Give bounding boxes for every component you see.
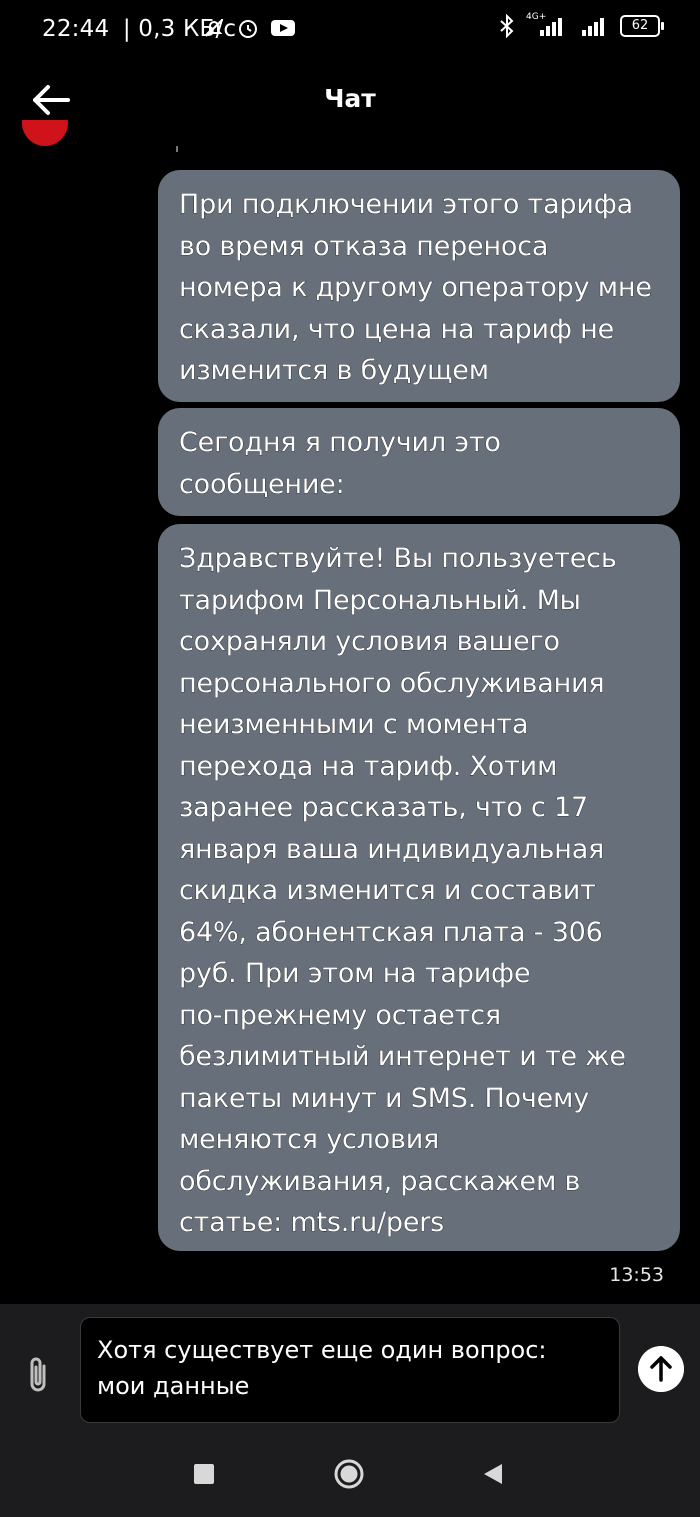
- youtube-icon: [271, 20, 295, 36]
- nav-back-icon[interactable]: [482, 1462, 504, 1486]
- message-input[interactable]: Хотя существует еще один вопрос: мои дан…: [80, 1317, 620, 1423]
- notifications-off-icon: [205, 19, 223, 37]
- message-timestamp: 13:53: [609, 1264, 664, 1286]
- app-bar: Чат: [0, 64, 700, 136]
- signal-icon: [582, 18, 604, 36]
- home-icon[interactable]: [334, 1459, 364, 1489]
- alarm-icon: [239, 20, 257, 38]
- recents-icon[interactable]: [194, 1464, 214, 1484]
- divider: [176, 146, 178, 152]
- message-bubble: Здравствуйте! Вы пользуетесь тарифом Пер…: [158, 524, 680, 1251]
- message-composer: Хотя существует еще один вопрос: мои дан…: [0, 1304, 700, 1434]
- battery-icon: 62: [620, 15, 664, 37]
- send-button[interactable]: [638, 1346, 684, 1392]
- bluetooth-icon: [500, 14, 514, 38]
- status-bar: 22:44 | 0,3 КБ/с 4G+ 62: [0, 0, 700, 64]
- avatar: [20, 120, 70, 156]
- page-title: Чат: [324, 84, 376, 113]
- signal-4g-icon: 4G+: [526, 12, 570, 38]
- system-nav-bar: [0, 1434, 700, 1517]
- message-bubble: Сегодня я получил это сообщение:: [158, 408, 680, 516]
- message-bubble: При подключении этого тарифа во время от…: [158, 170, 680, 402]
- paperclip-icon[interactable]: [24, 1354, 54, 1398]
